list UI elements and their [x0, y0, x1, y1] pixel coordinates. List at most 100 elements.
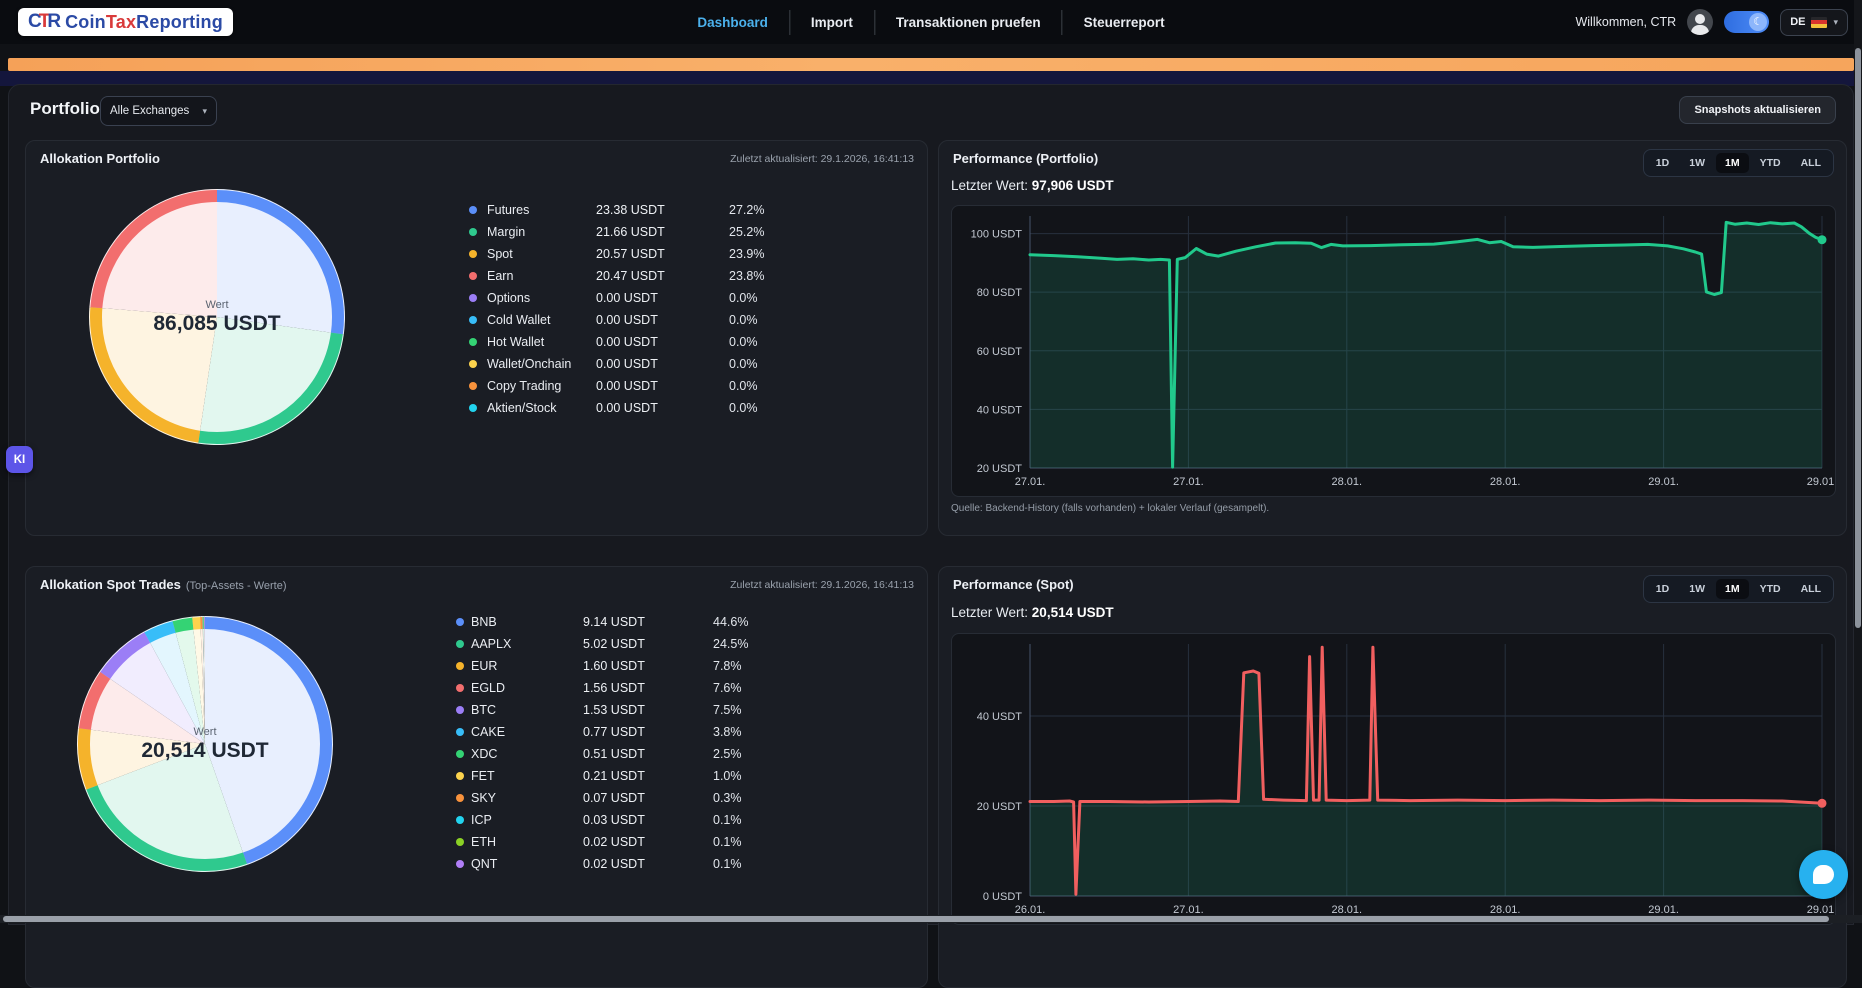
nav-item-steuerreport[interactable]: Steuerreport: [1063, 15, 1186, 30]
legend-item: Copy Trading0.00 USDT0.0%: [469, 375, 905, 397]
horizontal-scrollbar-thumb[interactable]: [3, 916, 1829, 922]
legend-item: BTC1.53 USDT7.5%: [456, 699, 902, 721]
language-select[interactable]: DE ▾: [1780, 9, 1848, 36]
legend-value: 0.00 USDT: [596, 401, 729, 415]
range-pill-ytd[interactable]: YTD: [1751, 153, 1790, 173]
legend-value: 0.02 USDT: [583, 857, 713, 871]
donut-chart-svg: [74, 613, 336, 875]
top-nav: CTR CoinTaxReporting Dashboard Import Tr…: [0, 0, 1862, 44]
legend-label: Futures: [487, 203, 596, 217]
svg-text:80 USDT: 80 USDT: [977, 287, 1023, 299]
svg-text:27.01.: 27.01.: [1015, 476, 1046, 488]
portfolio-legend: Futures23.38 USDT27.2%Margin21.66 USDT25…: [469, 199, 905, 419]
legend-item: Aktien/Stock0.00 USDT0.0%: [469, 397, 905, 419]
legend-value: 0.02 USDT: [583, 835, 713, 849]
logo-monogram-icon: CTR: [28, 11, 58, 33]
portfolio-donut-chart: Wert 86,085 USDT: [86, 186, 348, 448]
legend-percent: 1.0%: [713, 769, 902, 783]
exchange-filter-value: Alle Exchanges: [110, 105, 189, 117]
range-pill-1m[interactable]: 1M: [1716, 153, 1749, 173]
legend-percent: 7.5%: [713, 703, 902, 717]
svg-text:60 USDT: 60 USDT: [977, 346, 1023, 358]
nav-item-dashboard[interactable]: Dashboard: [676, 15, 789, 30]
refresh-snapshots-button[interactable]: Snapshots aktualisieren: [1679, 96, 1836, 124]
range-pill-1d[interactable]: 1D: [1647, 579, 1678, 599]
donut-chart-svg: [86, 186, 348, 448]
legend-value: 0.51 USDT: [583, 747, 713, 761]
legend-item: XDC0.51 USDT2.5%: [456, 743, 902, 765]
nav-item-import[interactable]: Import: [790, 15, 874, 30]
svg-text:40 USDT: 40 USDT: [977, 711, 1023, 723]
legend-label: Wallet/Onchain: [487, 357, 596, 371]
legend-value: 0.77 USDT: [583, 725, 713, 739]
range-pill-all[interactable]: ALL: [1792, 579, 1830, 599]
legend-value: 9.14 USDT: [583, 615, 713, 629]
chat-bubble-icon: [1813, 865, 1834, 884]
card-title: Allokation Portfolio: [40, 151, 160, 166]
german-flag-icon: [1811, 17, 1827, 28]
svg-text:40 USDT: 40 USDT: [977, 404, 1023, 416]
last-updated-text: Zuletzt aktualisiert: 29.1.2026, 16:41:1…: [730, 153, 914, 165]
user-avatar[interactable]: [1687, 9, 1713, 35]
svg-text:20 USDT: 20 USDT: [977, 463, 1023, 475]
ai-assistant-badge[interactable]: KI: [6, 446, 33, 473]
legend-color-dot: [456, 750, 464, 758]
legend-label: Copy Trading: [487, 379, 596, 393]
legend-color-dot: [469, 316, 477, 324]
legend-item: Futures23.38 USDT27.2%: [469, 199, 905, 221]
legend-value: 0.00 USDT: [596, 357, 729, 371]
legend-item: EUR1.60 USDT7.8%: [456, 655, 902, 677]
logo-wordmark: CoinTaxReporting: [65, 12, 223, 33]
range-pill-1d[interactable]: 1D: [1647, 153, 1678, 173]
legend-color-dot: [469, 294, 477, 302]
legend-item: CAKE0.77 USDT3.8%: [456, 721, 902, 743]
page-title: Portfolio: [30, 99, 100, 119]
legend-label: CAKE: [471, 725, 583, 739]
legend-percent: 24.5%: [713, 637, 902, 651]
last-value-text: Letzter Wert: 97,906 USDT: [951, 178, 1114, 193]
legend-label: Spot: [487, 247, 596, 261]
exchange-filter-select[interactable]: Alle Exchanges ▾: [100, 96, 217, 126]
card-subtitle: (Top-Assets - Werte): [186, 580, 287, 592]
app-logo[interactable]: CTR CoinTaxReporting: [18, 8, 233, 36]
legend-percent: 23.9%: [729, 247, 905, 261]
range-pill-1m[interactable]: 1M: [1716, 579, 1749, 599]
legend-percent: 2.5%: [713, 747, 902, 761]
moon-icon: ☾: [1749, 13, 1767, 31]
legend-item: FET0.21 USDT1.0%: [456, 765, 902, 787]
last-value-text: Letzter Wert: 20,514 USDT: [951, 605, 1114, 620]
legend-item: Cold Wallet0.00 USDT0.0%: [469, 309, 905, 331]
legend-percent: 0.0%: [729, 401, 905, 415]
svg-text:28.01.: 28.01.: [1332, 476, 1363, 488]
vertical-scrollbar-thumb[interactable]: [1855, 48, 1861, 628]
legend-label: ETH: [471, 835, 583, 849]
legend-percent: 0.0%: [729, 291, 905, 305]
legend-color-dot: [456, 706, 464, 714]
accent-banner: [8, 58, 1854, 71]
legend-value: 20.57 USDT: [596, 247, 729, 261]
range-pill-ytd[interactable]: YTD: [1751, 579, 1790, 599]
svg-text:29.01.: 29.01.: [1648, 476, 1679, 488]
legend-label: AAPLX: [471, 637, 583, 651]
card-title: Performance (Spot): [953, 577, 1074, 592]
dark-mode-toggle[interactable]: ☾: [1724, 11, 1769, 33]
range-pill-1w[interactable]: 1W: [1680, 153, 1714, 173]
legend-percent: 27.2%: [729, 203, 905, 217]
legend-percent: 7.8%: [713, 659, 902, 673]
legend-label: BTC: [471, 703, 583, 717]
legend-percent: 0.0%: [729, 313, 905, 327]
chat-support-button[interactable]: [1799, 850, 1848, 899]
range-pill-all[interactable]: ALL: [1792, 153, 1830, 173]
legend-color-dot: [456, 860, 464, 868]
performance-portfolio-card: Performance (Portfolio) 1D1W1MYTDALL Let…: [938, 140, 1847, 536]
line-chart-svg: 40 USDT20 USDT0 USDT26.01.27.01.28.01.28…: [952, 634, 1835, 924]
legend-color-dot: [469, 206, 477, 214]
legend-item: BNB9.14 USDT44.6%: [456, 611, 902, 633]
legend-value: 1.56 USDT: [583, 681, 713, 695]
range-toggle: 1D1W1MYTDALL: [1643, 149, 1834, 177]
legend-percent: 23.8%: [729, 269, 905, 283]
nav-item-transaktionen-pruefen[interactable]: Transaktionen pruefen: [875, 15, 1062, 30]
range-pill-1w[interactable]: 1W: [1680, 579, 1714, 599]
card-title: Allokation Spot Trades(Top-Assets - Wert…: [40, 577, 287, 592]
legend-label: QNT: [471, 857, 583, 871]
